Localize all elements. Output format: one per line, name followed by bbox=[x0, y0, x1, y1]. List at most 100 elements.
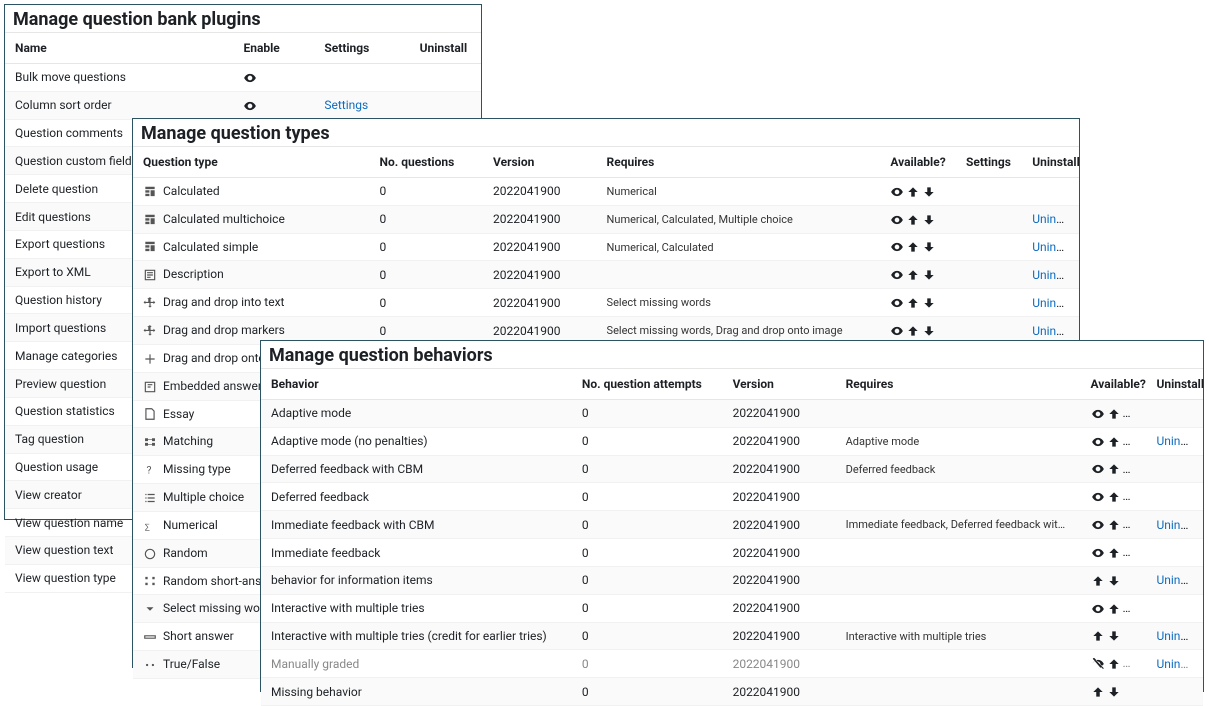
move-down-icon[interactable] bbox=[1107, 629, 1121, 643]
qtype-name: Multiple choice bbox=[163, 490, 244, 504]
behavior-version: 2022041900 bbox=[723, 511, 836, 539]
plugin-row: Column sort orderSettings bbox=[5, 91, 481, 119]
move-down-icon[interactable] bbox=[922, 296, 936, 310]
behavior-attempts: 0 bbox=[572, 650, 723, 678]
types-th-type: Question type bbox=[133, 147, 370, 178]
visibility-icon[interactable] bbox=[1091, 546, 1105, 560]
types-th-requires: Requires bbox=[597, 147, 881, 178]
qtype-version: 2022041900 bbox=[483, 205, 597, 233]
uninstall-link[interactable]: Uninstall bbox=[1156, 629, 1202, 643]
move-up-icon[interactable] bbox=[1107, 602, 1121, 616]
move-down-icon[interactable] bbox=[922, 268, 936, 282]
uninstall-link[interactable]: Uninstall bbox=[1156, 573, 1202, 587]
types-th-version: Version bbox=[483, 147, 597, 178]
qtype-icon bbox=[143, 658, 157, 672]
move-up-icon[interactable] bbox=[906, 324, 920, 338]
move-up-icon[interactable] bbox=[1107, 490, 1121, 504]
qtype-icon bbox=[143, 547, 157, 561]
behavior-attempts: 0 bbox=[572, 427, 723, 455]
move-down-icon[interactable] bbox=[922, 185, 936, 199]
move-up-icon[interactable] bbox=[1091, 685, 1105, 699]
behav-th-requires: Requires bbox=[836, 369, 1081, 400]
visibility-icon[interactable] bbox=[890, 324, 904, 338]
visibility-icon[interactable] bbox=[890, 268, 904, 282]
move-up-icon[interactable] bbox=[906, 268, 920, 282]
behavior-requires: Interactive with multiple tries bbox=[836, 622, 1081, 650]
visibility-icon[interactable] bbox=[1091, 462, 1105, 476]
visibility-icon[interactable] bbox=[890, 296, 904, 310]
visibility-icon[interactable] bbox=[1091, 490, 1105, 504]
qtype-noq: 0 bbox=[370, 261, 484, 289]
behav-th-behavior: Behavior bbox=[261, 369, 572, 400]
move-down-icon[interactable] bbox=[922, 240, 936, 254]
behavior-version: 2022041900 bbox=[723, 650, 836, 678]
behavior-requires bbox=[836, 483, 1081, 511]
behavior-requires: Adaptive mode bbox=[836, 427, 1081, 455]
move-up-icon[interactable] bbox=[906, 185, 920, 199]
behav-th-uninstall: Uninstall bbox=[1146, 369, 1203, 400]
behavior-version: 2022041900 bbox=[723, 427, 836, 455]
behavior-attempts: 0 bbox=[572, 455, 723, 483]
visibility-icon[interactable] bbox=[890, 240, 904, 254]
qtype-row: Calculated simple02022041900Numerical, C… bbox=[133, 233, 1079, 261]
behavior-requires: Immediate feedback, Deferred feedback wi… bbox=[836, 511, 1081, 539]
move-down-icon[interactable] bbox=[922, 324, 936, 338]
move-up-icon[interactable] bbox=[906, 213, 920, 227]
qtype-icon bbox=[143, 463, 157, 477]
move-down-icon[interactable] bbox=[1107, 685, 1121, 699]
enable-toggle-icon[interactable] bbox=[243, 71, 257, 85]
uninstall-link[interactable]: Uninstall bbox=[1156, 518, 1202, 532]
behavior-attempts: 0 bbox=[572, 594, 723, 622]
uninstall-link[interactable]: Uninstall bbox=[1032, 268, 1078, 282]
move-up-icon[interactable] bbox=[1107, 657, 1121, 671]
behavior-attempts: 0 bbox=[572, 622, 723, 650]
uninstall-link[interactable]: Uninstall bbox=[1156, 434, 1202, 448]
qtype-icon bbox=[143, 240, 157, 254]
qtype-noq: 0 bbox=[370, 178, 484, 206]
move-down-icon[interactable] bbox=[922, 213, 936, 227]
visibility-icon[interactable] bbox=[1091, 435, 1105, 449]
move-up-icon[interactable] bbox=[1107, 546, 1121, 560]
behavior-row: Interactive with multiple tries020220419… bbox=[261, 594, 1203, 622]
visibility-icon[interactable] bbox=[890, 213, 904, 227]
visibility-icon[interactable] bbox=[1091, 407, 1105, 421]
qtype-icon bbox=[143, 185, 157, 199]
behavior-version: 2022041900 bbox=[723, 622, 836, 650]
uninstall-link[interactable]: Uninstall bbox=[1032, 296, 1078, 310]
move-up-icon[interactable] bbox=[1091, 629, 1105, 643]
qtype-icon bbox=[143, 213, 157, 227]
plugin-row: Bulk move questions bbox=[5, 64, 481, 92]
move-up-icon[interactable] bbox=[1091, 574, 1105, 588]
qtype-name: True/False bbox=[163, 657, 220, 671]
behavior-version: 2022041900 bbox=[723, 539, 836, 567]
move-up-icon[interactable] bbox=[1107, 518, 1121, 532]
visibility-icon[interactable] bbox=[1091, 518, 1105, 532]
behav-th-available: Available? bbox=[1081, 369, 1147, 400]
uninstall-link[interactable]: Uninstall bbox=[1156, 657, 1202, 671]
qtype-version: 2022041900 bbox=[483, 261, 597, 289]
move-down-icon[interactable] bbox=[1107, 574, 1121, 588]
move-up-icon[interactable] bbox=[1107, 407, 1121, 421]
move-up-icon[interactable] bbox=[906, 240, 920, 254]
behavior-name: Manually graded bbox=[261, 650, 572, 678]
visibility-off-icon[interactable] bbox=[1091, 657, 1105, 671]
qtype-name: Numerical bbox=[163, 518, 218, 532]
qtype-requires: Select missing words bbox=[597, 289, 881, 317]
plugins-panel-title: Manage question bank plugins bbox=[5, 5, 481, 32]
move-up-icon[interactable] bbox=[1107, 462, 1121, 476]
types-panel-title: Manage question types bbox=[133, 119, 1079, 146]
behaviors-table: Behavior No. question attempts Version R… bbox=[261, 368, 1203, 706]
settings-link[interactable]: Settings bbox=[324, 98, 368, 112]
uninstall-link[interactable]: Uninstall bbox=[1032, 212, 1078, 226]
behavior-row: behavior for information items0202204190… bbox=[261, 566, 1203, 594]
qtype-icon bbox=[143, 491, 157, 505]
uninstall-link[interactable]: Uninstall bbox=[1032, 240, 1078, 254]
behavior-version: 2022041900 bbox=[723, 594, 836, 622]
visibility-icon[interactable] bbox=[1091, 602, 1105, 616]
behavior-requires bbox=[836, 566, 1081, 594]
enable-toggle-icon[interactable] bbox=[243, 99, 257, 113]
move-up-icon[interactable] bbox=[1107, 435, 1121, 449]
uninstall-link[interactable]: Uninstall bbox=[1032, 324, 1078, 338]
visibility-icon[interactable] bbox=[890, 185, 904, 199]
move-up-icon[interactable] bbox=[906, 296, 920, 310]
